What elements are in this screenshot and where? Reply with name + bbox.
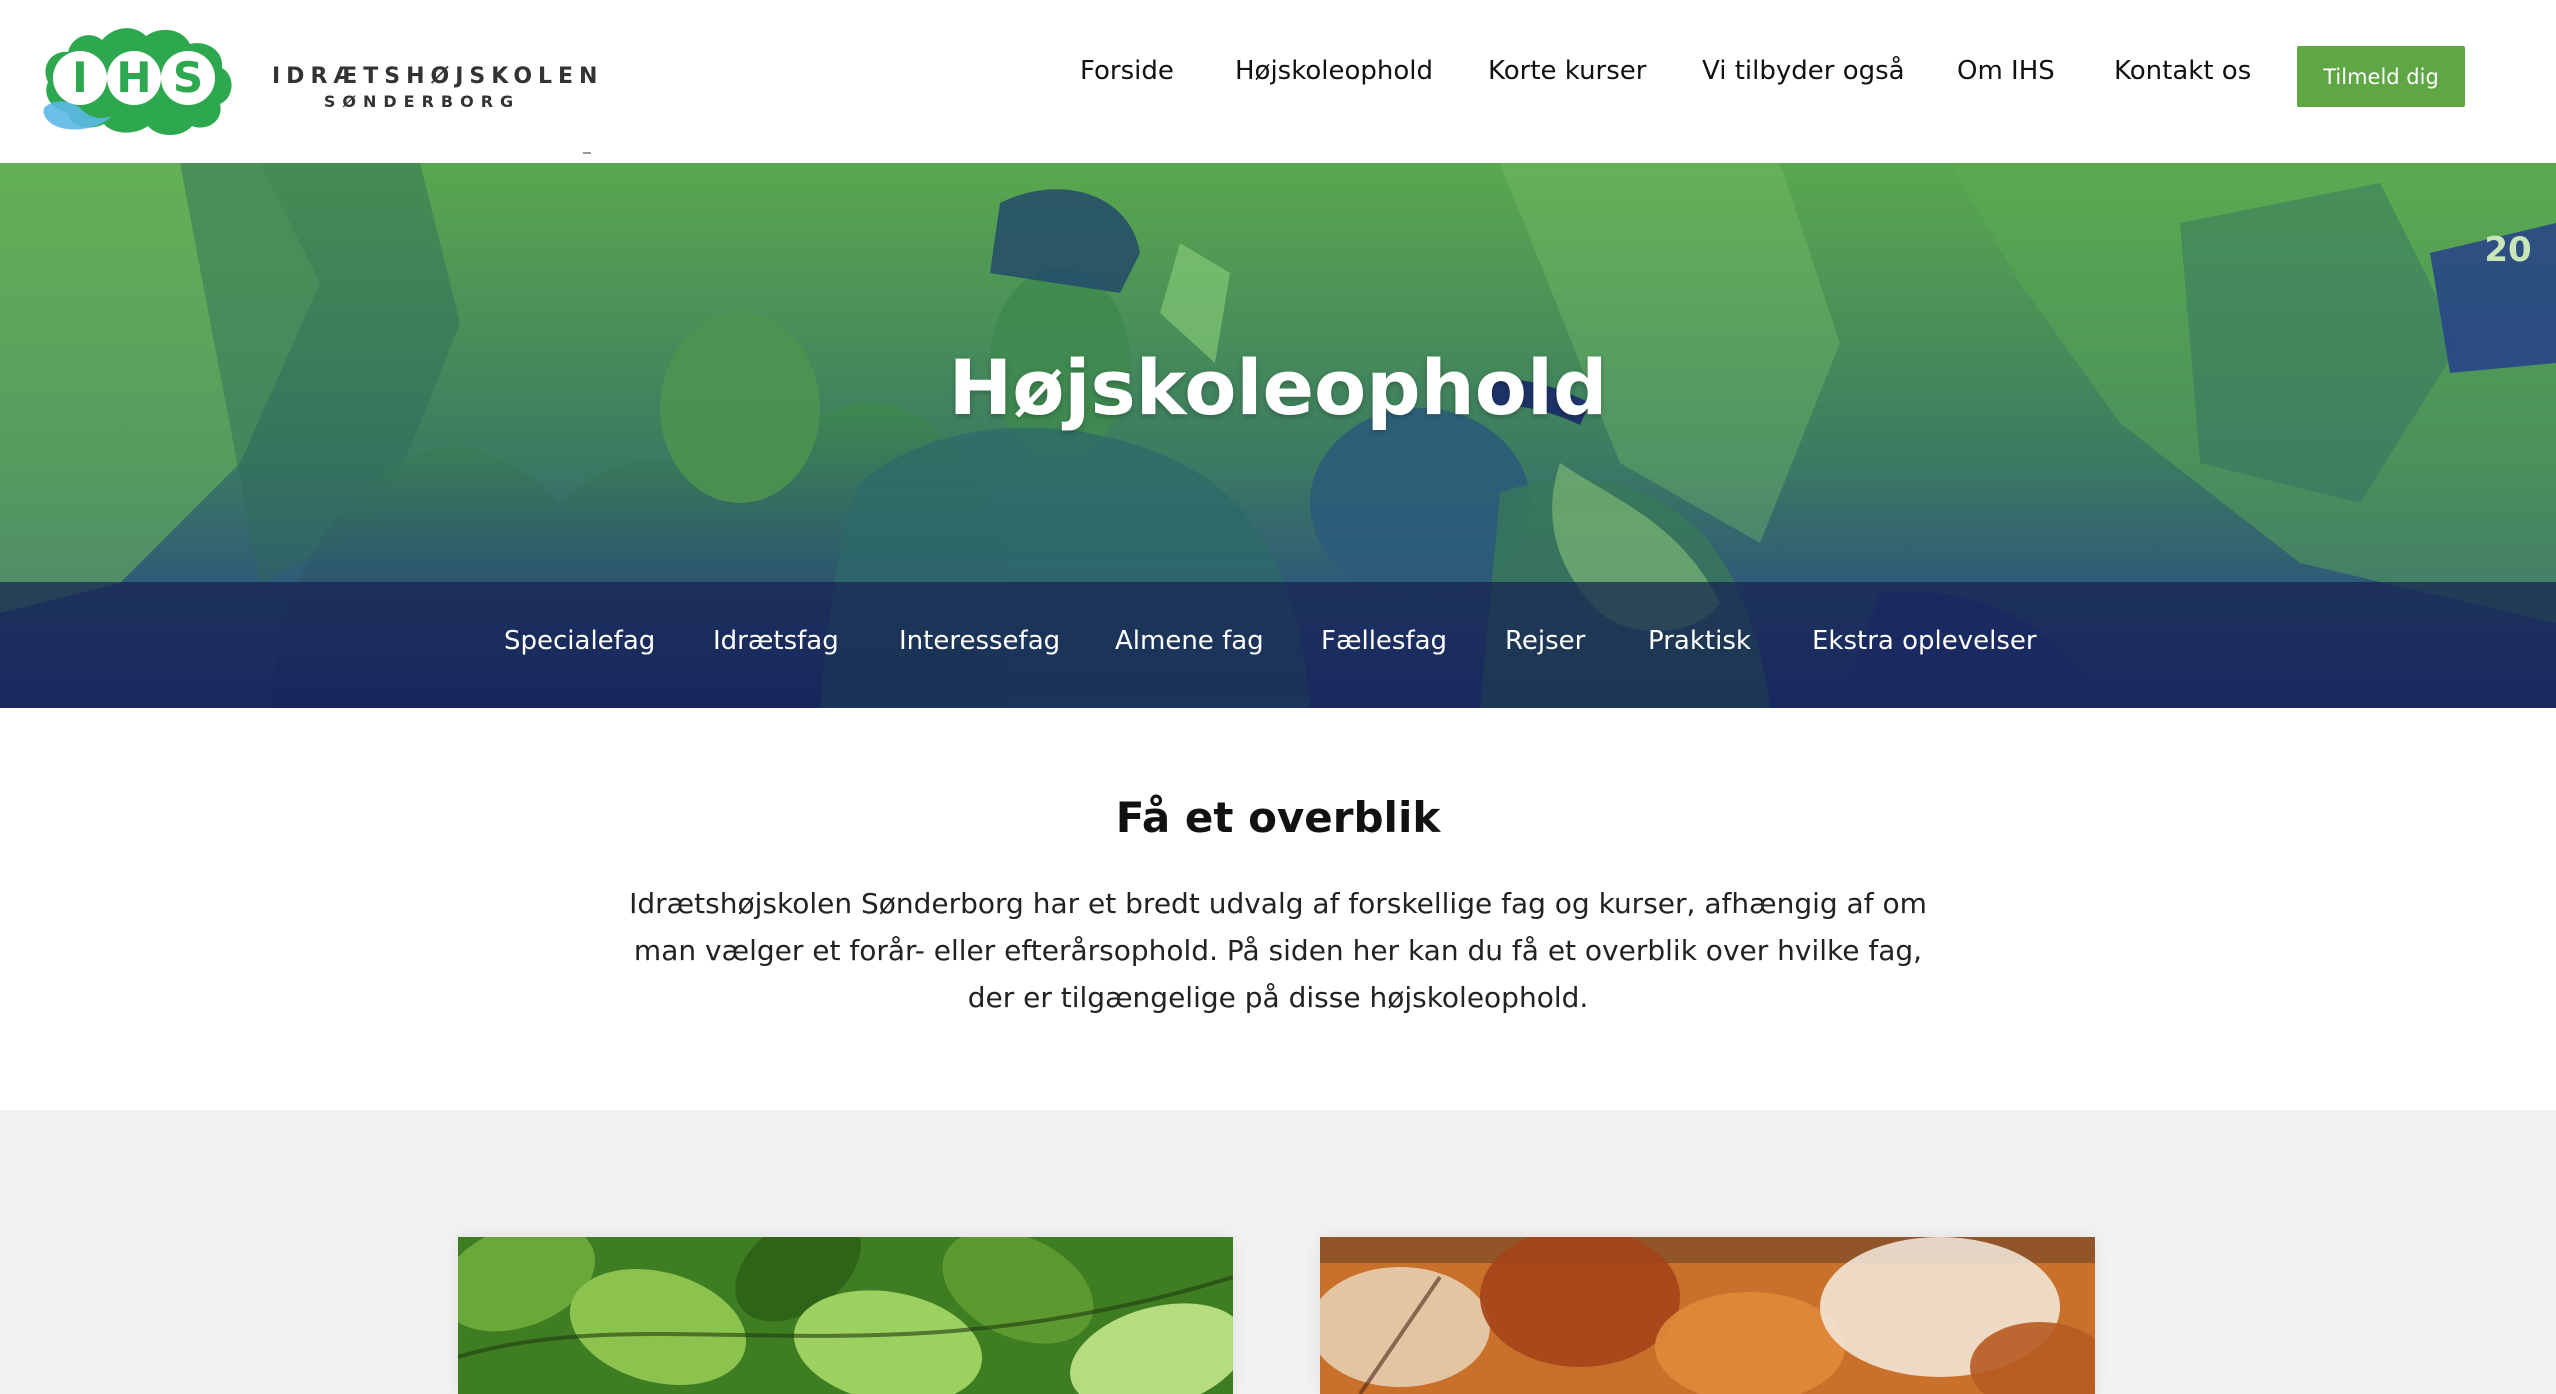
semester-cards-section	[0, 1110, 2556, 1394]
nav-hojskoleophold[interactable]: Højskoleophold	[1235, 56, 1433, 86]
subnav-faellesfag[interactable]: Fællesfag	[1321, 626, 1447, 656]
subnav-ekstra-oplevelser[interactable]: Ekstra oplevelser	[1812, 626, 2037, 656]
nav-kontakt-os[interactable]: Kontakt os	[2114, 56, 2251, 86]
nav-om-ihs[interactable]: Om IHS	[1957, 56, 2055, 86]
brand-line-1: IDRÆTSHØJSKOLEN	[272, 64, 604, 89]
subnav-specialefag[interactable]: Specialefag	[504, 626, 655, 656]
overview-heading: Få et overblik	[1115, 793, 1441, 842]
subnav-praktisk[interactable]: Praktisk	[1648, 626, 1751, 656]
sub-navigation: Specialefag Idrætsfag Interessefag Almen…	[0, 582, 2556, 708]
nav-korte-kurser[interactable]: Korte kurser	[1488, 56, 1646, 86]
subnav-interessefag[interactable]: Interessefag	[899, 626, 1060, 656]
ihs-logo[interactable]: I H S	[38, 20, 248, 138]
header-divider-mark	[583, 152, 591, 154]
hero-banner: 20 Højskoleophold Specialefag Idrætsfag …	[0, 163, 2556, 708]
subnav-rejser[interactable]: Rejser	[1505, 626, 1585, 656]
logo-letter-s: S	[172, 53, 204, 102]
subnav-idraetsfag[interactable]: Idrætsfag	[713, 626, 839, 656]
spring-semester-card[interactable]	[458, 1237, 1233, 1394]
site-header: I H S IDRÆTSHØJSKOLEN SØNDERBORG Forside…	[0, 0, 2556, 163]
hero-image-cabin-number: 20	[2484, 230, 2531, 270]
signup-button[interactable]: Tilmeld dig	[2297, 46, 2465, 107]
subnav-almene-fag[interactable]: Almene fag	[1115, 626, 1264, 656]
autumn-semester-card[interactable]	[1320, 1237, 2095, 1394]
overview-text: Idrætshøjskolen Sønderborg har et bredt …	[629, 887, 1927, 1014]
nav-vi-tilbyder-ogsa[interactable]: Vi tilbyder også	[1702, 56, 1905, 86]
autumn-leaves-image	[1320, 1237, 2095, 1394]
brand-line-2: SØNDERBORG	[323, 92, 521, 111]
nav-forside[interactable]: Forside	[1080, 56, 1174, 86]
logo-letter-h: H	[116, 53, 152, 102]
brand-name[interactable]: IDRÆTSHØJSKOLEN SØNDERBORG	[272, 64, 604, 111]
spring-leaves-image	[458, 1237, 1233, 1394]
overview-section: Få et overblik Idrætshøjskolen Sønderbor…	[0, 708, 2556, 1110]
logo-letter-i: I	[72, 53, 88, 102]
page-title: Højskoleophold	[948, 343, 1608, 432]
